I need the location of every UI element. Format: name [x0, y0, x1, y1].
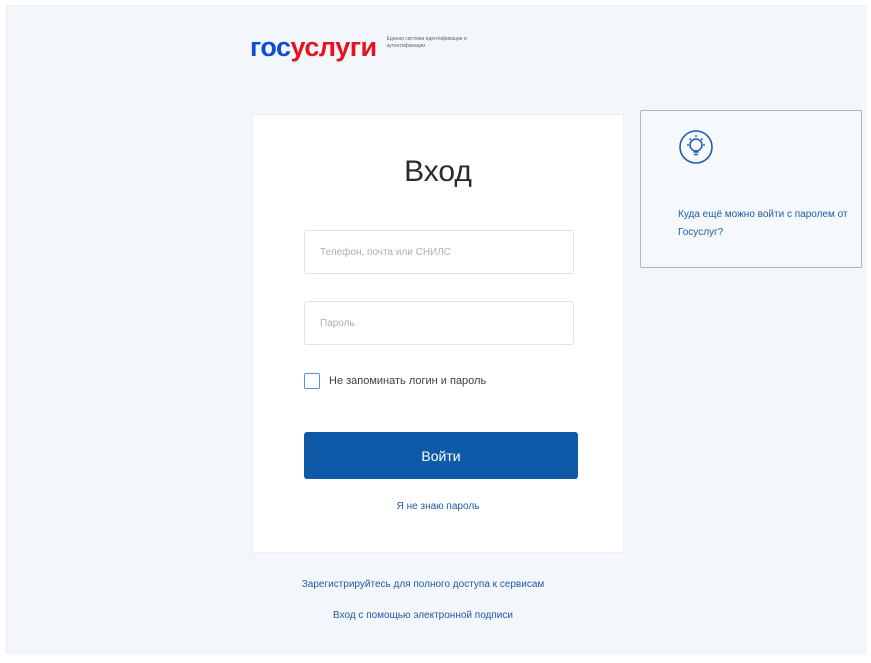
remember-checkbox-label[interactable]: Не запоминать логин и пароль — [329, 375, 486, 387]
page-background: госуслуги Единая система идентификации и… — [6, 5, 867, 654]
login-input[interactable] — [304, 230, 574, 274]
password-input[interactable] — [304, 301, 574, 345]
remember-checkbox[interactable] — [304, 373, 320, 389]
esign-login-link[interactable]: Вход с помощью электронной подписи — [0, 610, 853, 621]
lightbulb-icon — [678, 129, 714, 170]
remember-option[interactable]: Не запоминать логин и пароль — [304, 373, 486, 389]
login-card: Вход Не запоминать логин и пароль Войти … — [252, 114, 624, 553]
forgot-password-link[interactable]: Я не знаю пароль — [253, 501, 623, 512]
login-button[interactable]: Войти — [304, 432, 578, 479]
page-title: Вход — [404, 155, 472, 188]
hint-link[interactable]: Куда ещё можно войти с паролем от Госусл… — [678, 206, 848, 242]
logo-wordmark: госуслуги — [250, 32, 377, 62]
gosuslugi-logo[interactable]: госуслуги Единая система идентификации и… — [250, 32, 492, 62]
logo-tagline: Единая система идентификации и аутентифи… — [386, 36, 467, 49]
logo-part-gos: гос — [250, 32, 291, 62]
register-link[interactable]: Зарегистрируйтесь для полного доступа к … — [0, 579, 853, 590]
hint-panel[interactable]: Куда ещё можно войти с паролем от Госусл… — [640, 110, 862, 268]
logo-part-uslugi: услуги — [290, 32, 378, 62]
